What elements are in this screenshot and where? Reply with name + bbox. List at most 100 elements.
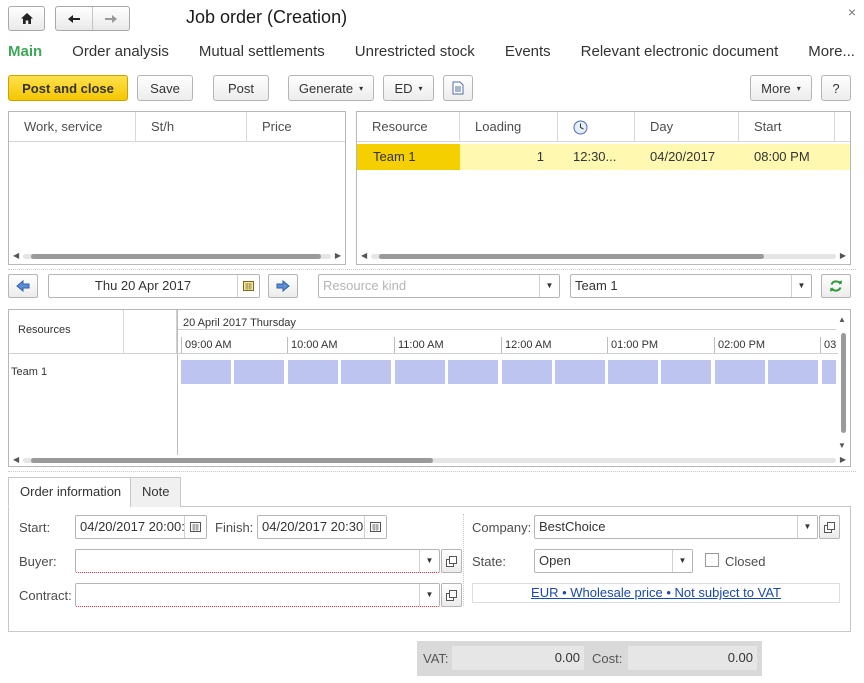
chevron-down-icon: ▾ (418, 83, 423, 93)
calendar-icon[interactable] (237, 275, 259, 297)
scroll-thumb[interactable] (841, 333, 846, 433)
divider (8, 269, 856, 270)
price-settings-link[interactable]: EUR • Wholesale price • Not subject to V… (531, 585, 781, 600)
table-row[interactable]: Team 1 1 12:30... 04/20/2017 08:00 PM (357, 144, 850, 170)
tab-unrestricted-stock[interactable]: Unrestricted stock (355, 43, 475, 60)
time-slot[interactable] (768, 360, 818, 384)
time-slot[interactable] (555, 360, 605, 384)
tab-main[interactable]: Main (8, 43, 42, 60)
chevron-down-icon[interactable]: ▼ (419, 550, 439, 572)
day-label: 20 April 2017 Thursday (183, 317, 296, 329)
generate-label: Generate (298, 80, 354, 96)
scroll-up-icon[interactable]: ▲ (838, 315, 846, 324)
chevron-down-icon[interactable]: ▼ (419, 584, 439, 606)
contract-field[interactable]: ▼ (75, 583, 440, 607)
scroll-left-icon[interactable]: ◀ (13, 250, 19, 262)
horizontal-scrollbar[interactable]: ◀ ▶ (9, 454, 850, 466)
chevron-down-icon[interactable]: ▼ (791, 275, 811, 297)
column-header-start[interactable]: Start (739, 112, 835, 142)
column-header-loading[interactable]: Loading (460, 112, 558, 142)
resource-kind-field[interactable]: Resource kind ▼ (318, 274, 560, 298)
prev-period-button[interactable] (8, 274, 38, 298)
team-field[interactable]: Team 1 ▼ (570, 274, 812, 298)
scroll-left-icon[interactable]: ◀ (361, 250, 367, 262)
scroll-down-icon[interactable]: ▼ (838, 441, 846, 450)
ed-button[interactable]: ED ▾ (383, 75, 434, 101)
tab-events[interactable]: Events (505, 43, 551, 60)
close-icon[interactable]: × (848, 4, 856, 20)
post-button[interactable]: Post (213, 75, 269, 101)
period-date-field[interactable]: Thu 20 Apr 2017 (48, 274, 260, 298)
column-header-price[interactable]: Price (247, 112, 346, 142)
time-slot[interactable] (608, 360, 658, 384)
column-header-time[interactable] (558, 112, 635, 142)
forward-button[interactable] (93, 7, 130, 30)
state-field[interactable]: Open ▼ (534, 549, 693, 573)
start-field[interactable]: 04/20/2017 20:00: (75, 515, 207, 539)
chevron-down-icon[interactable]: ▼ (539, 275, 559, 297)
tab-relevant-electronic-document[interactable]: Relevant electronic document (581, 43, 779, 60)
post-and-close-button[interactable]: Post and close (8, 75, 128, 101)
help-button[interactable]: ? (821, 75, 851, 101)
more-button[interactable]: More ▾ (750, 75, 812, 101)
price-settings-box: EUR • Wholesale price • Not subject to V… (472, 583, 840, 603)
calendar-icon[interactable] (184, 516, 206, 538)
scroll-thumb[interactable] (31, 254, 321, 259)
finish-value: 04/20/2017 20:30: (262, 519, 367, 534)
time-slot[interactable] (448, 360, 498, 384)
tab-order-analysis[interactable]: Order analysis (72, 43, 169, 60)
buyer-field[interactable]: ▼ (75, 549, 440, 573)
period-date-value: Thu 20 Apr 2017 (94, 278, 192, 293)
scroll-left-icon[interactable]: ◀ (13, 454, 19, 466)
time-slot[interactable] (822, 360, 836, 384)
time-slot[interactable] (181, 360, 231, 384)
scroll-right-icon[interactable]: ▶ (840, 250, 846, 262)
chevron-down-icon[interactable]: ▼ (672, 550, 692, 572)
calendar-icon[interactable] (364, 516, 386, 538)
time-slot[interactable] (288, 360, 338, 384)
time-slot[interactable] (502, 360, 552, 384)
page-title: Job order (Creation) (186, 7, 348, 27)
time-slot[interactable] (395, 360, 445, 384)
open-buyer-button[interactable] (441, 549, 462, 573)
scroll-thumb[interactable] (379, 254, 764, 259)
time-slot[interactable] (234, 360, 284, 384)
column-header-st-h[interactable]: St/h (136, 112, 247, 142)
tab-mutual-settlements[interactable]: Mutual settlements (199, 43, 325, 60)
vertical-scrollbar[interactable]: ▲ ▼ (838, 315, 848, 450)
chevron-down-icon[interactable]: ▼ (797, 516, 817, 538)
tab-note[interactable]: Note (130, 477, 182, 507)
refresh-button[interactable] (821, 274, 851, 298)
column-header-work[interactable]: Work, service (9, 112, 136, 142)
tab-more[interactable]: More... (808, 43, 855, 60)
time-slot[interactable] (661, 360, 711, 384)
closed-checkbox[interactable] (705, 553, 719, 567)
cell-time: 12:30... (573, 149, 617, 164)
home-button[interactable] (8, 6, 45, 31)
open-company-button[interactable] (819, 515, 840, 539)
horizontal-scrollbar[interactable]: ◀ ▶ (357, 250, 850, 262)
scroll-thumb[interactable] (31, 458, 433, 463)
table-header: Work, service St/h Price (9, 112, 345, 142)
save-button[interactable]: Save (137, 75, 193, 101)
open-icon (446, 555, 457, 567)
generate-button[interactable]: Generate ▾ (288, 75, 374, 101)
column-header-resource[interactable]: Resource (357, 112, 460, 142)
next-period-button[interactable] (268, 274, 298, 298)
finish-field[interactable]: 04/20/2017 20:30: (257, 515, 387, 539)
back-button[interactable] (56, 7, 93, 30)
refresh-icon (830, 280, 842, 292)
resource-row-label[interactable]: Team 1 (11, 366, 47, 378)
column-header-day[interactable]: Day (635, 112, 739, 142)
document-button[interactable] (443, 75, 473, 101)
buyer-label: Buyer: (19, 554, 57, 569)
scroll-right-icon[interactable]: ▶ (840, 454, 846, 466)
tab-order-information[interactable]: Order information (8, 477, 134, 507)
company-field[interactable]: BestChoice ▼ (534, 515, 818, 539)
scroll-right-icon[interactable]: ▶ (335, 250, 341, 262)
document-icon (452, 81, 464, 95)
horizontal-scrollbar[interactable]: ◀ ▶ (9, 250, 345, 262)
time-slot[interactable] (715, 360, 765, 384)
open-contract-button[interactable] (441, 583, 462, 607)
time-slot[interactable] (341, 360, 391, 384)
